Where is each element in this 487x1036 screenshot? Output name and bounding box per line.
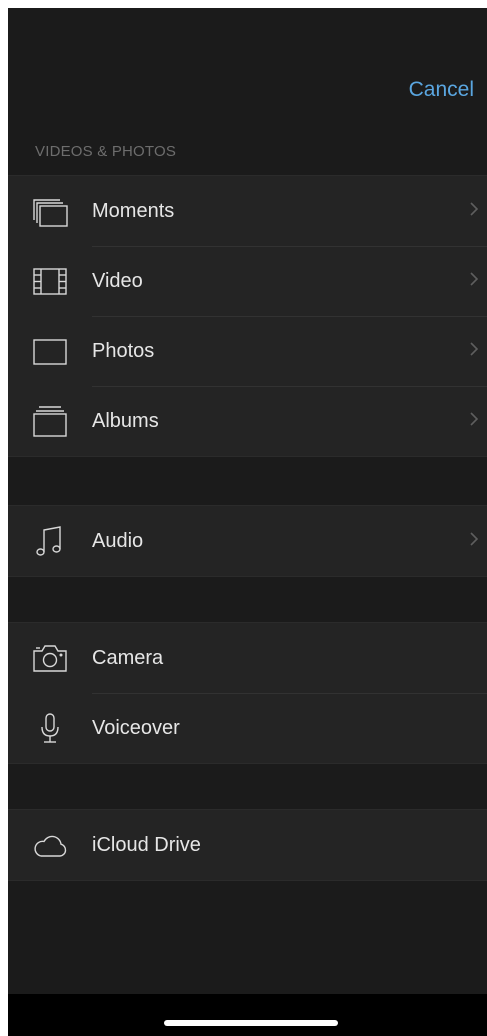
section-header-label: VIDEOS & PHOTOS xyxy=(35,143,177,160)
film-strip-icon xyxy=(32,264,68,298)
albums-row[interactable]: Albums xyxy=(8,386,487,456)
cloud-group: iCloud Drive xyxy=(8,809,487,881)
icloud-drive-row[interactable]: iCloud Drive xyxy=(8,810,487,880)
camera-row[interactable]: Camera xyxy=(8,623,487,693)
albums-label: Albums xyxy=(92,410,159,432)
icloud-drive-label: iCloud Drive xyxy=(92,834,201,856)
chevron-right-icon xyxy=(469,268,479,290)
capture-group: Camera Voiceover xyxy=(8,622,487,764)
photo-frame-icon xyxy=(32,334,68,368)
videos-photos-group: Moments Video Photos Albums xyxy=(8,175,487,457)
photos-row[interactable]: Photos xyxy=(8,316,487,386)
camera-label: Camera xyxy=(92,647,164,669)
media-picker-screen: Cancel VIDEOS & PHOTOS Moments Video Pho… xyxy=(8,8,487,1036)
music-note-icon xyxy=(32,524,68,558)
chevron-right-icon xyxy=(469,408,479,430)
voiceover-row[interactable]: Voiceover xyxy=(8,693,487,763)
section-header: VIDEOS & PHOTOS xyxy=(8,120,487,174)
video-label: Video xyxy=(92,270,143,292)
stacked-frames-icon xyxy=(32,194,68,228)
moments-row[interactable]: Moments xyxy=(8,176,487,246)
photos-label: Photos xyxy=(92,340,155,362)
microphone-icon xyxy=(32,711,68,745)
album-stack-icon xyxy=(32,404,68,438)
home-indicator[interactable] xyxy=(164,1020,338,1026)
camera-icon xyxy=(32,641,68,675)
audio-label: Audio xyxy=(92,530,144,552)
chevron-right-icon xyxy=(469,528,479,550)
chevron-right-icon xyxy=(469,198,479,220)
home-indicator-area xyxy=(8,994,487,1036)
audio-group: Audio xyxy=(8,505,487,577)
audio-row[interactable]: Audio xyxy=(8,506,487,576)
cancel-button[interactable]: Cancel xyxy=(409,78,474,102)
cloud-icon xyxy=(32,828,68,862)
moments-label: Moments xyxy=(92,200,175,222)
chevron-right-icon xyxy=(469,338,479,360)
navigation-bar: Cancel xyxy=(8,8,487,121)
voiceover-label: Voiceover xyxy=(92,717,180,739)
video-row[interactable]: Video xyxy=(8,246,487,316)
